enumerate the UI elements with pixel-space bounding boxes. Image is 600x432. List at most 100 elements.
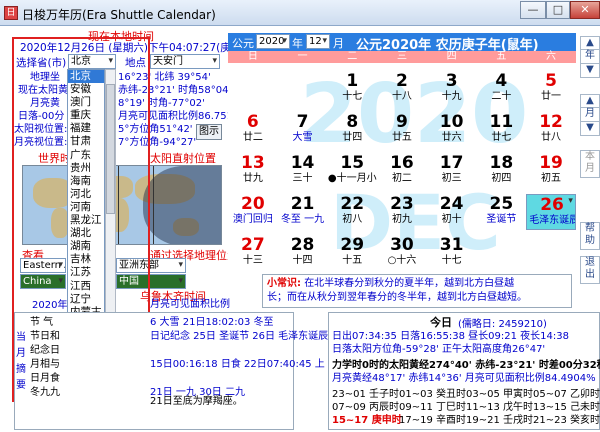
day-cell[interactable]: 28 十四 (278, 235, 328, 271)
day-cell[interactable]: 19 初五 (526, 153, 576, 189)
lunar-date: 初九 (391, 214, 412, 225)
day-cell[interactable]: 26 毛泽东诞辰 (526, 194, 576, 230)
province-option[interactable]: 北京 (68, 70, 104, 84)
month-up-button[interactable]: ▲ (580, 94, 600, 108)
province-option[interactable]: 辽宁 (68, 293, 104, 306)
show-map-button[interactable]: 图示 (196, 124, 222, 140)
province-option[interactable]: 江苏 (68, 266, 104, 279)
day-number: 12 (539, 112, 563, 132)
day-cell[interactable]: 13 廿九 (228, 153, 278, 189)
hour-stem: 17~19 辛酉时 (399, 415, 467, 426)
place-select[interactable]: 天安门 (150, 54, 220, 69)
region-cn-select[interactable]: 亚洲东部 (116, 258, 186, 273)
day-cell[interactable]: 22 初八 (327, 194, 377, 230)
month-down-button[interactable]: ▼ (580, 122, 600, 136)
day-cell[interactable]: 24 初十 (427, 194, 477, 230)
day-cell[interactable]: 7 大雪 (278, 112, 328, 148)
province-option[interactable]: 吉林 (68, 253, 104, 266)
lunar-date: 大雪 (292, 132, 313, 143)
maximize-button[interactable]: □ (546, 1, 570, 19)
weekday-label: 三 (396, 51, 407, 62)
sunrise-sunset-line: 日出07:34:35 日落16:55:38 昼长09:21 夜长14:38 (332, 331, 569, 342)
day-cell[interactable]: 3 十九 (427, 71, 477, 107)
month-select[interactable]: 12 (306, 34, 330, 49)
hour-stem: 19~21 壬戌时 (466, 415, 534, 426)
tip-label: 小常识: (267, 278, 301, 289)
day-cell[interactable]: 27 十三 (228, 235, 278, 271)
province-option[interactable]: 湖南 (68, 240, 104, 253)
day-cell[interactable]: 1 十七 (327, 71, 377, 107)
province-option[interactable]: 澳门 (68, 96, 104, 109)
sun-label: 现在太阳黄 (18, 85, 68, 96)
summary-row-text: 15日00:16:18 日食 22日07:40:45 上 (150, 359, 325, 370)
place-label: 地点 (125, 57, 146, 69)
dropdown-scroll-thumb[interactable] (106, 84, 115, 214)
exit-button[interactable]: 退出 (580, 256, 600, 284)
summary-row-label: 日月食 (30, 373, 60, 384)
province-option[interactable]: 海南 (68, 175, 104, 188)
day-cell[interactable]: 10 廿六 (427, 112, 477, 148)
lunar-date: 二十 (491, 91, 512, 102)
region-select[interactable]: Eastern Asia (20, 258, 66, 273)
this-month-button[interactable]: 本月 (580, 150, 600, 178)
hour-stem: 15~17 庚申时 (332, 415, 402, 426)
day-cell[interactable]: 4 二十 (477, 71, 527, 107)
day-cell[interactable]: 5 廿一 (526, 71, 576, 107)
province-option[interactable]: 贵州 (68, 162, 104, 175)
day-number: 19 (539, 153, 563, 173)
year-label: 年 (580, 50, 600, 64)
hour-stem: 05~07 乙卯时 (533, 389, 600, 400)
world-map[interactable] (22, 165, 222, 245)
help-button[interactable]: 帮助 (580, 222, 600, 250)
province-option[interactable]: 重庆 (68, 109, 104, 122)
province-option[interactable]: 广东 (68, 149, 104, 162)
day-cell[interactable]: 15 ●十一月小 (327, 153, 377, 189)
province-option[interactable]: 河南 (68, 201, 104, 214)
hour-stem: 11~13 戊午时 (466, 402, 534, 413)
day-cell[interactable]: 23 初九 (377, 194, 427, 230)
day-number: 30 (390, 235, 414, 255)
summary-row-label: 节日和 (30, 331, 60, 342)
day-number: 16 (390, 153, 414, 173)
year-up-button[interactable]: ▲ (580, 36, 600, 50)
country-select[interactable]: China (20, 274, 66, 289)
day-cell[interactable]: 30 ○十六 (377, 235, 427, 271)
year-select[interactable]: 2020 (256, 34, 290, 49)
day-cell[interactable]: 20 澳门回归 (228, 194, 278, 230)
day-cell[interactable]: 8 廿四 (327, 112, 377, 148)
day-cell[interactable]: 9 廿五 (377, 112, 427, 148)
day-cell[interactable]: 11 廿七 (477, 112, 527, 148)
day-number: 2 (396, 71, 408, 91)
summary-row-text: 6 大雪 21日18:02:03 冬至 (150, 317, 274, 328)
province-option[interactable]: 安徽 (68, 83, 104, 96)
lunar-date: 澳门回归 (232, 214, 273, 225)
country-cn-select[interactable]: 中国 (116, 274, 186, 289)
day-cell[interactable]: 25 圣诞节 (477, 194, 527, 230)
province-option[interactable]: 河北 (68, 188, 104, 201)
minimize-button[interactable]: — (520, 1, 546, 19)
day-cell[interactable]: 18 初四 (477, 153, 527, 189)
moon-position-label: 月亮视位置: (14, 137, 68, 148)
day-cell[interactable]: 21 冬至 一九 (278, 194, 328, 230)
month-summary-side-label: 当月摘要 (16, 332, 26, 391)
day-cell[interactable]: 12 廿八 (526, 112, 576, 148)
day-cell[interactable]: 17 初三 (427, 153, 477, 189)
province-option[interactable]: 江西 (68, 280, 104, 293)
province-select[interactable]: 北京 (68, 54, 116, 69)
day-number: 23 (390, 194, 414, 214)
province-option[interactable]: 黑龙江 (68, 214, 104, 227)
day-cell[interactable]: 2 十八 (377, 71, 427, 107)
day-cell[interactable]: 31 十七 (427, 235, 477, 271)
year-down-button[interactable]: ▼ (580, 64, 600, 78)
province-option[interactable]: 甘肃 (68, 135, 104, 148)
province-option[interactable]: 湖北 (68, 227, 104, 240)
lunar-date: ●十一月小 (327, 173, 377, 184)
day-cell[interactable]: 14 三十 (278, 153, 328, 189)
day-number: 26 (540, 195, 564, 215)
day-cell[interactable]: 6 廿二 (228, 112, 278, 148)
province-option[interactable]: 福建 (68, 122, 104, 135)
tip-text-2: 长；而在从秋分到翌年春分的冬半年，越到北方白昼越短。 (267, 292, 527, 303)
day-cell[interactable]: 16 初二 (377, 153, 427, 189)
close-button[interactable]: ✕ (570, 1, 600, 19)
day-cell[interactable]: 29 十五 (327, 235, 377, 271)
